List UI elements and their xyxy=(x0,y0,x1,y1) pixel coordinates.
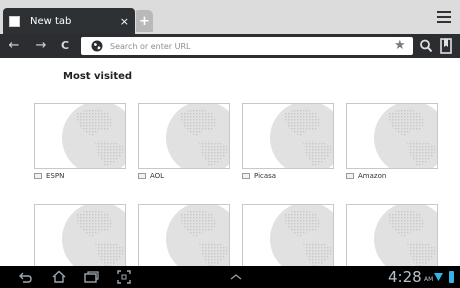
status-ampm: AM xyxy=(424,276,434,283)
globe-placeholder-icon xyxy=(62,104,125,168)
menu-icon[interactable] xyxy=(436,10,452,24)
thumbnail-slot-6[interactable] xyxy=(138,204,230,266)
new-tab-page: Most visited ESPN AOL Picasa Amazon xyxy=(0,58,460,266)
thumbnail-espn[interactable]: ESPN xyxy=(34,103,126,181)
tab-title: New tab xyxy=(30,15,72,27)
thumbnail-slot-5[interactable] xyxy=(34,204,126,266)
site-favicon-icon xyxy=(138,173,146,179)
forward-button[interactable]: → xyxy=(34,37,48,55)
globe-placeholder-icon xyxy=(374,205,437,266)
thumbnail-image xyxy=(346,204,438,266)
tab-new-tab[interactable]: New tab × xyxy=(3,8,135,34)
thumbnail-image xyxy=(34,103,126,169)
system-bar: 4:28 AM xyxy=(0,266,460,288)
back-button[interactable]: ← xyxy=(7,37,21,55)
status-clock: 4:28 xyxy=(388,268,422,286)
recent-apps-icon[interactable] xyxy=(83,269,99,285)
site-favicon-icon xyxy=(242,173,250,179)
thumbnail-image xyxy=(138,204,230,266)
thumbnail-picasa[interactable]: Picasa xyxy=(242,103,334,181)
globe-placeholder-icon xyxy=(374,104,437,168)
bookmarks-icon[interactable] xyxy=(440,38,452,54)
toolbar: ← → C ★ xyxy=(0,34,460,58)
battery-icon xyxy=(449,271,454,283)
thumbnail-image xyxy=(242,103,334,169)
omnibox-input[interactable] xyxy=(110,37,380,55)
site-favicon-icon xyxy=(34,173,42,179)
globe-placeholder-icon xyxy=(270,205,333,266)
thumbnail-label: Picasa xyxy=(242,171,276,181)
omnibox[interactable]: ★ xyxy=(81,37,413,55)
tab-close-icon[interactable]: × xyxy=(120,16,129,27)
globe-icon xyxy=(91,40,103,52)
screenshot-icon[interactable] xyxy=(116,269,132,285)
thumbnail-slot-7[interactable] xyxy=(242,204,334,266)
thumbnail-aol[interactable]: AOL xyxy=(138,103,230,181)
reload-button[interactable]: C xyxy=(59,37,71,55)
thumbnail-label: ESPN xyxy=(34,171,64,181)
thumbnail-label: Amazon xyxy=(346,171,386,181)
star-icon[interactable]: ★ xyxy=(394,38,406,54)
globe-placeholder-icon xyxy=(270,104,333,168)
most-visited-heading: Most visited xyxy=(63,71,133,82)
thumbnail-image xyxy=(242,204,334,266)
thumbnail-image xyxy=(34,204,126,266)
site-favicon-icon xyxy=(346,173,354,179)
thumbnail-image xyxy=(138,103,230,169)
thumbnail-image xyxy=(346,103,438,169)
thumbnail-amazon[interactable]: Amazon xyxy=(346,103,438,181)
thumbnail-label: AOL xyxy=(138,171,164,181)
globe-placeholder-icon xyxy=(166,205,229,266)
up-icon[interactable] xyxy=(228,269,244,285)
wifi-icon xyxy=(434,273,443,281)
search-icon[interactable] xyxy=(419,38,433,54)
tab-favicon-icon xyxy=(9,15,20,27)
tab-strip: New tab × + xyxy=(0,0,460,34)
globe-placeholder-icon xyxy=(62,205,125,266)
home-icon[interactable] xyxy=(51,269,67,285)
globe-placeholder-icon xyxy=(166,104,229,168)
new-tab-button[interactable]: + xyxy=(136,10,153,32)
thumbnail-slot-8[interactable] xyxy=(346,204,438,266)
back-icon[interactable] xyxy=(17,269,33,285)
